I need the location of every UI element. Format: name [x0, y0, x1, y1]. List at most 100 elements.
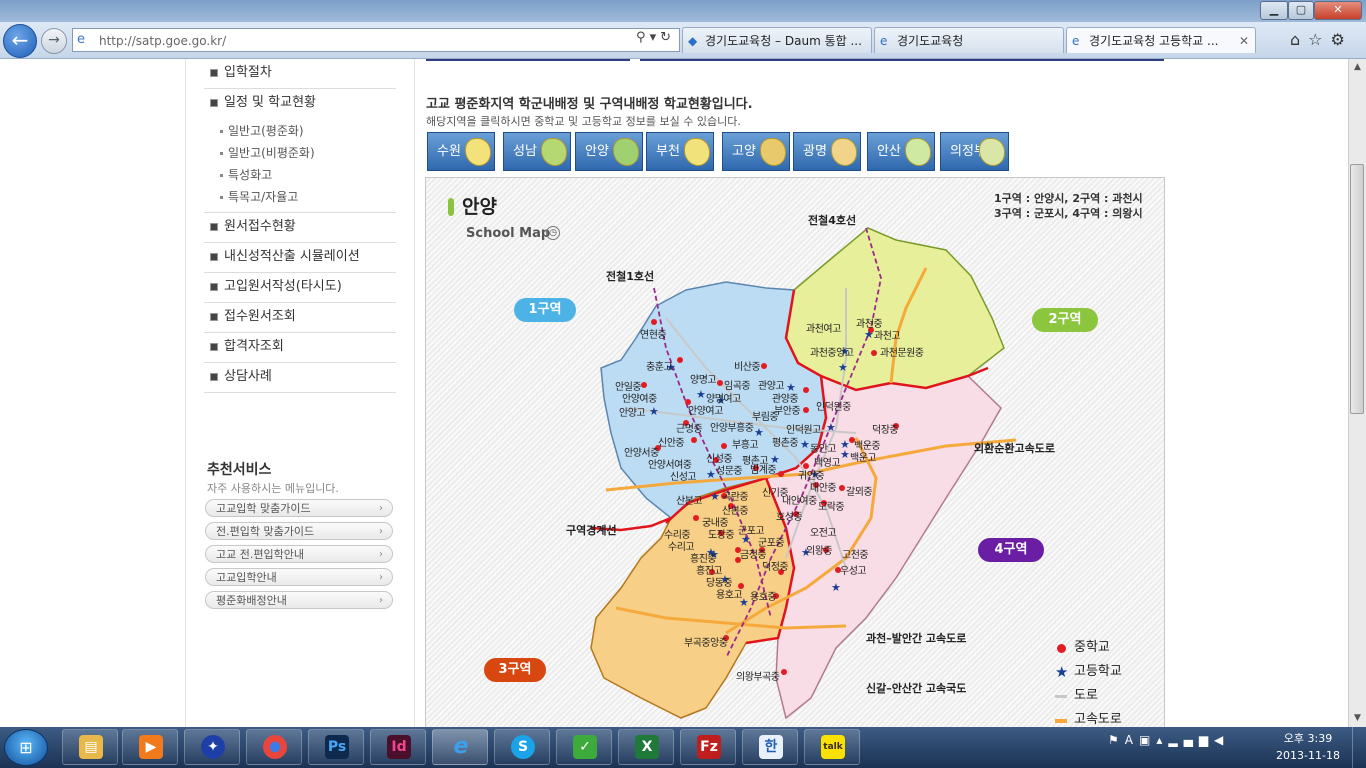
sidebar-item[interactable]: 내신성적산출 시뮬레이션 — [204, 243, 396, 273]
dropdown-icon[interactable]: ▾ — [650, 30, 661, 45]
school-label[interactable]: 근명중 — [676, 420, 703, 435]
browser-tab[interactable]: e 경기도교육청 — [874, 27, 1064, 53]
sidebar-sub-item[interactable]: 일반고(평준화) — [204, 120, 396, 142]
tray-expand-icon[interactable]: ▴ — [1156, 733, 1168, 747]
school-label[interactable]: 과천중앙고 — [810, 344, 854, 359]
region-tab-suwon[interactable]: 수원 — [427, 132, 495, 171]
taskbar-app-skype[interactable]: S — [494, 729, 550, 765]
sidebar-item[interactable]: 고입원서작성(타시도) — [204, 273, 396, 303]
school-label[interactable]: 백운고 — [850, 449, 877, 464]
show-desktop-button[interactable] — [1352, 727, 1366, 768]
school-label[interactable]: 부림중 — [752, 408, 779, 423]
school-label[interactable]: 모락중 — [818, 498, 845, 513]
recommend-link[interactable]: 평준화배정안내 › — [205, 591, 393, 609]
address-actions[interactable]: ⚲▾↻ — [636, 30, 675, 45]
recommend-link[interactable]: 고교입학안내 › — [205, 568, 393, 586]
school-label[interactable]: 과천문원중 — [880, 344, 924, 359]
gear-icon[interactable]: ⚙ — [1331, 30, 1353, 49]
school-label[interactable]: 안양여고 — [688, 402, 723, 417]
favorites-star-icon[interactable]: ☆ — [1308, 30, 1330, 49]
region-tab-uijeongbu[interactable]: 의정부 — [940, 132, 1009, 171]
sidebar-item[interactable]: 상담사례 — [204, 363, 396, 393]
school-label[interactable]: 평촌중 — [772, 434, 799, 449]
school-label[interactable]: 신성고 — [670, 468, 697, 483]
taskbar-app-ie[interactable]: e — [432, 729, 488, 765]
scroll-up-arrow-icon[interactable]: ▲ — [1349, 59, 1366, 76]
home-icon[interactable]: ⌂ — [1290, 30, 1308, 49]
scroll-thumb[interactable] — [1350, 164, 1364, 414]
school-label[interactable]: 연현중 — [640, 326, 667, 341]
school-label[interactable]: 고천중 — [842, 546, 869, 561]
district-2-badge[interactable]: 2구역 — [1032, 308, 1098, 332]
ime-icon[interactable]: A — [1125, 733, 1139, 747]
taskbar-app-chrome[interactable] — [246, 729, 302, 765]
taskbar-app-compass[interactable]: ✦ — [184, 729, 240, 765]
school-label[interactable]: 내안여중 — [782, 492, 817, 507]
school-label[interactable]: 덕정중 — [762, 558, 789, 573]
school-label[interactable]: 인덕원중 — [816, 398, 851, 413]
school-label[interactable]: 용호고 — [716, 586, 743, 601]
back-arrow-icon[interactable]: ← — [3, 24, 37, 58]
school-label[interactable]: 의왕부곡중 — [736, 668, 780, 683]
school-label[interactable]: 동안고 — [810, 440, 837, 455]
school-label[interactable]: 신안중 — [658, 434, 685, 449]
school-label[interactable]: 갈뫼중 — [846, 483, 873, 498]
taskbar-clock[interactable]: 오후 3:39 2013-11-18 — [1270, 730, 1346, 764]
region-tab-anyang[interactable]: 안양 — [575, 132, 643, 171]
school-label[interactable]: 비산중 — [734, 358, 761, 373]
taskbar-app-excel[interactable]: X — [618, 729, 674, 765]
school-label[interactable]: 곡란중 — [722, 488, 749, 503]
minimize-button[interactable]: ▁ — [1260, 1, 1288, 20]
school-label[interactable]: 호성중 — [776, 508, 803, 523]
refresh-icon[interactable]: ↻ — [660, 30, 675, 45]
school-label[interactable]: 오전고 — [810, 524, 837, 539]
volume-icon[interactable]: ◀ — [1214, 733, 1229, 747]
school-label[interactable]: 도장중 — [708, 526, 735, 541]
school-label[interactable]: 의왕중 — [806, 542, 833, 557]
recommend-link[interactable]: 전.편입학 맞춤가이드 › — [205, 522, 393, 540]
school-label[interactable]: 성문중 — [716, 462, 743, 477]
school-label[interactable]: 덕장중 — [872, 421, 899, 436]
taskbar-app-photoshop[interactable]: Ps — [308, 729, 364, 765]
sidebar-item[interactable]: 입학절차 — [204, 59, 396, 89]
sidebar-sub-item[interactable]: 일반고(비평준화) — [204, 142, 396, 164]
sidebar-sub-item[interactable]: 특목고/자율고 — [204, 186, 396, 208]
sidebar-item[interactable]: 원서접수현황 — [204, 213, 396, 243]
region-tab-seongnam[interactable]: 성남 — [503, 132, 571, 171]
school-label[interactable]: 부곡중앙중 — [684, 634, 728, 649]
region-tab-gwangmyeong[interactable]: 광명 — [793, 132, 861, 171]
sidebar-sub-item[interactable]: 특성화고 — [204, 164, 396, 186]
school-label[interactable]: 부흥고 — [732, 436, 759, 451]
browser-tab-active[interactable]: e 경기도교육청 고등학교 ... ✕ — [1066, 27, 1256, 53]
school-label[interactable]: 안양고 — [619, 404, 646, 419]
start-button[interactable]: ⊞ — [4, 729, 48, 766]
taskbar-app-v3[interactable]: ✓ — [556, 729, 612, 765]
browser-tab[interactable]: ◆ 경기도교육청 – Daum 통합 ... — [682, 27, 872, 53]
search-icon[interactable]: ⚲ — [636, 30, 650, 45]
school-label[interactable]: 안양여중 — [622, 390, 657, 405]
tab-close-icon[interactable]: ✕ — [1239, 28, 1249, 53]
region-tab-bucheon[interactable]: 부천 — [646, 132, 714, 171]
address-bar[interactable]: e ⚲▾↻ — [72, 28, 680, 52]
district-3-badge[interactable]: 3구역 — [484, 658, 546, 682]
region-tab-goyang[interactable]: 고양 — [722, 132, 790, 171]
taskbar-app-media[interactable]: ▶ — [122, 729, 178, 765]
recommend-link[interactable]: 고교입학 맞춤가이드 › — [205, 499, 393, 517]
school-label[interactable]: 범계중 — [750, 461, 777, 476]
region-tab-ansan[interactable]: 안산 — [867, 132, 935, 171]
taskbar-app-files[interactable]: ▤ — [62, 729, 118, 765]
tray-app-icon[interactable]: ▣ — [1139, 733, 1156, 747]
vertical-scrollbar[interactable]: ▲ ▼ — [1348, 59, 1366, 727]
school-label[interactable]: 양명고 — [690, 371, 717, 386]
network-icon[interactable]: ⚑ — [1108, 733, 1125, 747]
maximize-button[interactable]: ▢ — [1288, 1, 1314, 20]
sidebar-item[interactable]: 합격자조회 — [204, 333, 396, 363]
close-button[interactable]: ✕ — [1314, 1, 1362, 20]
taskbar-app-talk[interactable]: talk — [804, 729, 860, 765]
sidebar-item[interactable]: 접수원서조회 — [204, 303, 396, 333]
district-4-badge[interactable]: 4구역 — [978, 538, 1044, 562]
address-input[interactable] — [97, 31, 601, 50]
taskbar-app-filezilla[interactable]: Fz — [680, 729, 736, 765]
signal-icon[interactable]: ▂▄▆ — [1168, 733, 1214, 747]
sidebar-item[interactable]: 일정 및 학교현황 — [204, 89, 396, 118]
